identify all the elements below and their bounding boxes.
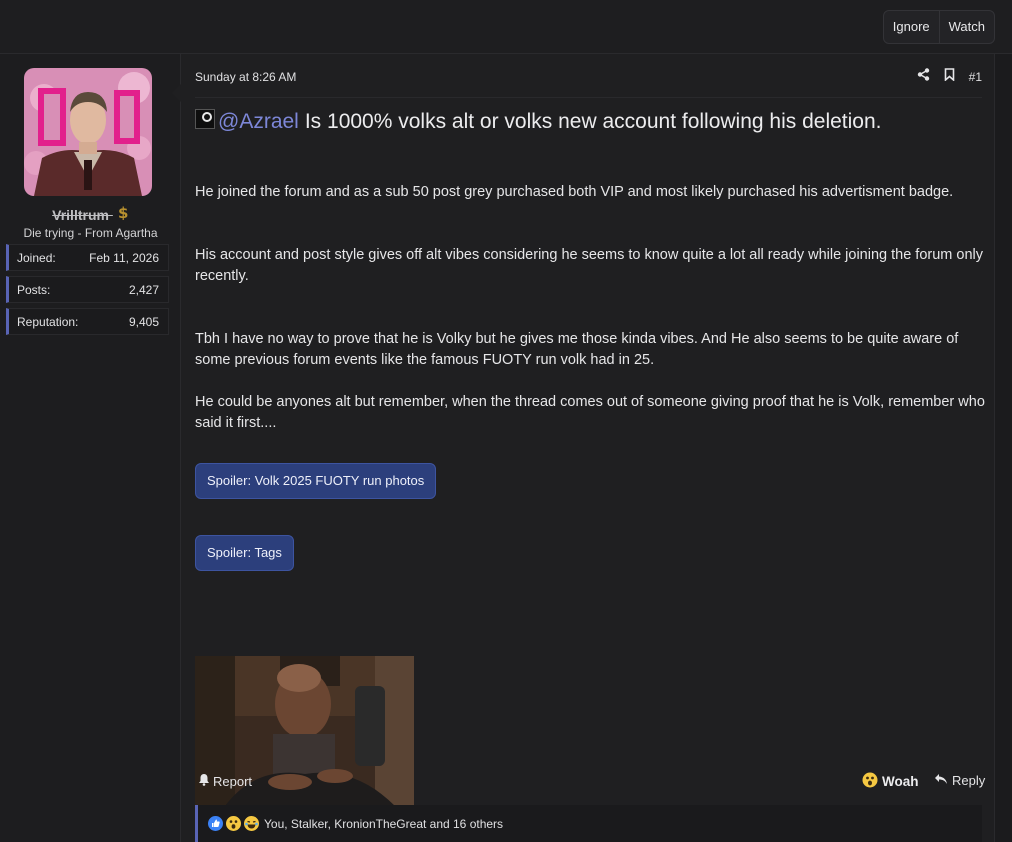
laugh-reaction-icon — [244, 816, 259, 831]
headline-text: Is 1000% volks alt or volks new account … — [304, 110, 882, 133]
paragraph: He joined the forum and as a sub 50 post… — [195, 184, 954, 200]
bell-icon — [198, 773, 210, 789]
woah-label: Woah — [882, 774, 919, 789]
top-toolbar: Ignore Watch — [0, 0, 1012, 54]
avatar[interactable] — [24, 68, 152, 196]
mention-link[interactable]: @Azrael — [218, 110, 299, 134]
post-pointer-arrow — [172, 84, 181, 102]
woah-reaction-icon — [226, 816, 241, 831]
user-title: Die trying - From Agartha — [23, 226, 158, 240]
post-headline: @Azrael Is 1000% volks alt or volks new … — [195, 109, 985, 134]
paragraph: He could be anyones alt but remember, wh… — [195, 394, 985, 431]
stat-label: Posts: — [17, 282, 51, 297]
user-info-column: Vrilltrum $ Die trying - From Agartha Jo… — [0, 54, 181, 842]
spoiler-button-photos[interactable]: Spoiler: Volk 2025 FUOTY run photos — [195, 463, 437, 499]
thread-actions: Ignore Watch — [882, 10, 995, 44]
stat-label: Reputation: — [17, 314, 79, 329]
stat-joined: Joined: Feb 11, 2026 — [6, 244, 169, 271]
post-container: Vrilltrum $ Die trying - From Agartha Jo… — [0, 54, 995, 842]
stat-reputation: Reputation: 9,405 — [6, 308, 169, 335]
share-icon[interactable] — [917, 68, 930, 86]
woah-reaction-button[interactable]: Woah — [862, 772, 919, 791]
report-button[interactable]: Report — [198, 773, 252, 789]
ignore-button[interactable]: Ignore — [884, 11, 939, 43]
stat-value: Feb 11, 2026 — [89, 250, 159, 265]
post-header: Sunday at 8:26 AM #1 — [195, 68, 982, 98]
stat-value: 9,405 — [128, 314, 159, 329]
reactions-bar[interactable]: You, Stalker, KronionTheGreat and 16 oth… — [195, 805, 982, 842]
spoiler-button-tags[interactable]: Spoiler: Tags — [195, 535, 294, 571]
mini-avatar-image — [195, 109, 215, 129]
reactions-text[interactable]: You, Stalker, KronionTheGreat and 16 oth… — [264, 817, 503, 831]
watch-button[interactable]: Watch — [938, 11, 994, 43]
stat-value: 2,427 — [128, 282, 159, 297]
post-tools: #1 — [917, 68, 982, 86]
username-text: Vrilltrum — [52, 207, 109, 223]
like-reaction-icon — [208, 816, 223, 831]
bookmark-icon[interactable] — [944, 68, 955, 86]
post-number[interactable]: #1 — [969, 70, 982, 84]
post-date[interactable]: Sunday at 8:26 AM — [195, 70, 296, 84]
reply-arrow-icon — [934, 773, 948, 788]
reply-label: Reply — [952, 773, 986, 788]
paragraph: Tbh I have no way to prove that he is Vo… — [195, 331, 959, 368]
dollar-badge-icon: $ — [117, 204, 129, 223]
stat-posts: Posts: 2,427 — [6, 276, 169, 303]
username[interactable]: Vrilltrum $ — [0, 204, 181, 223]
report-label: Report — [213, 773, 253, 789]
stat-label: Joined: — [17, 250, 56, 265]
astonished-face-icon — [862, 772, 878, 791]
reply-button[interactable]: Reply — [934, 773, 985, 788]
svg-text:$: $ — [118, 204, 128, 220]
paragraph: His account and post style gives off alt… — [195, 247, 983, 284]
